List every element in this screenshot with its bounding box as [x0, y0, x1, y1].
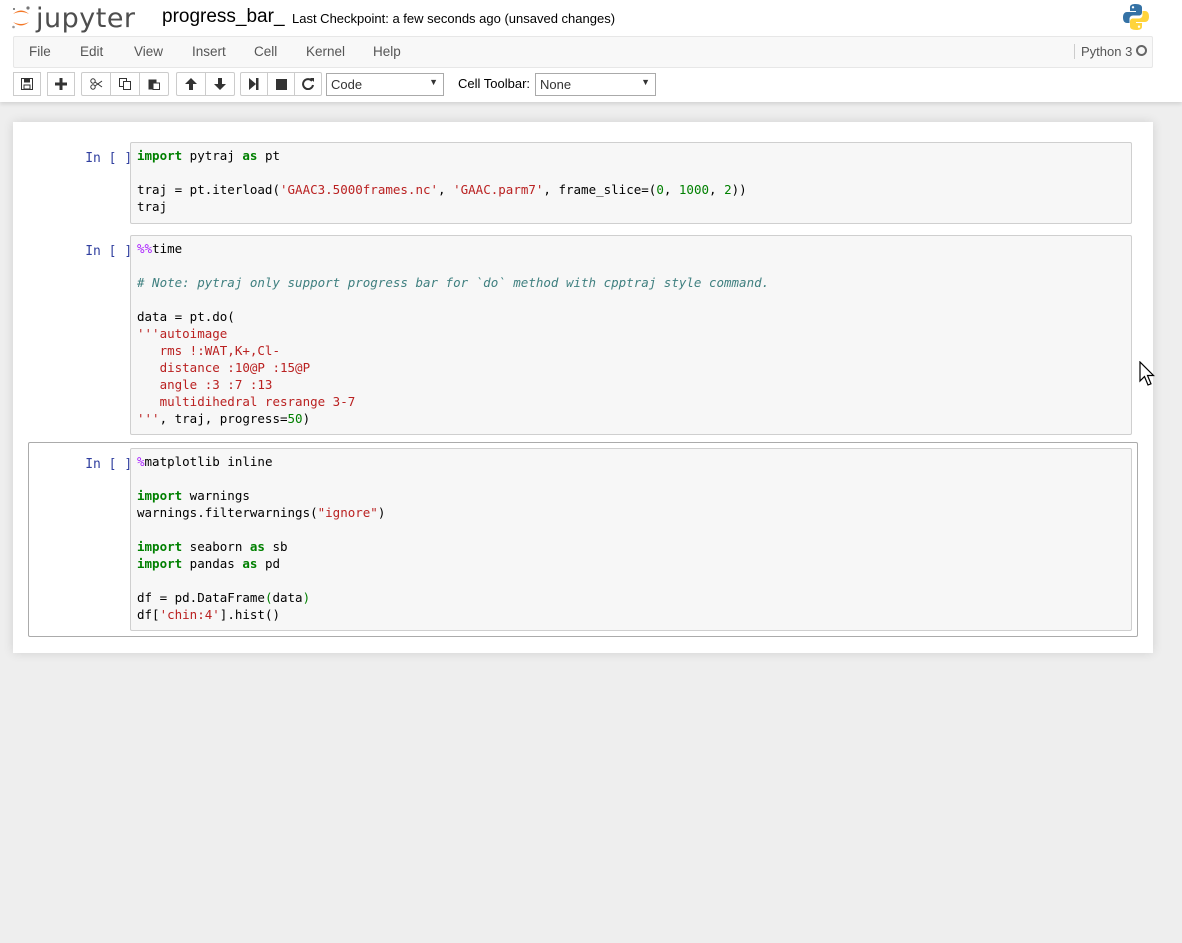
insert-cell-button[interactable]	[47, 72, 75, 96]
code-input[interactable]: %matplotlib inline import warnings warni…	[130, 448, 1132, 631]
jupyter-logo[interactable]: jupyter	[10, 2, 136, 34]
dropdown-arrow-icon: ▼	[429, 77, 438, 87]
code-text: %matplotlib inline import warnings warni…	[137, 454, 386, 622]
interrupt-button[interactable]	[267, 72, 295, 96]
restart-button[interactable]	[294, 72, 322, 96]
step-forward-icon	[249, 78, 259, 90]
dropdown-arrow-icon: ▼	[641, 77, 650, 87]
number: 0	[656, 182, 664, 197]
string: 'chin:4'	[159, 607, 220, 622]
menu-help[interactable]: Help	[373, 44, 401, 59]
code-text: import pytraj as pt traj = pt.iterload('…	[137, 148, 747, 214]
magic: %%	[137, 241, 153, 256]
menu-kernel[interactable]: Kernel	[306, 44, 345, 59]
input-prompt: In [ ]:	[85, 151, 140, 166]
string: "ignore"	[317, 505, 378, 520]
keyword: as	[242, 556, 258, 571]
paste-icon	[148, 79, 160, 90]
keyword: import	[137, 539, 183, 554]
menu-edit[interactable]: Edit	[80, 44, 103, 59]
title-row: jupyter progress_bar_ Last Checkpoint: a…	[0, 0, 1182, 36]
toolbar: Code ▼ Cell Toolbar: None ▼	[0, 72, 1182, 100]
code-input[interactable]: %%time # Note: pytraj only support progr…	[130, 235, 1132, 435]
jupyter-logo-text: jupyter	[36, 2, 136, 34]
stop-icon	[275, 78, 287, 90]
menu-insert[interactable]: Insert	[192, 44, 226, 59]
code-cell[interactable]: In [ ]: %%time # Note: pytraj only suppo…	[28, 235, 1138, 437]
arrow-up-icon	[185, 78, 197, 90]
keyword: import	[137, 488, 183, 503]
number: 50	[287, 411, 303, 426]
notebook-name[interactable]: progress_bar_	[162, 6, 285, 28]
keyword: as	[249, 539, 265, 554]
move-up-button[interactable]	[176, 72, 206, 96]
move-down-button[interactable]	[205, 72, 235, 96]
number: 1000	[678, 182, 710, 197]
string: 'GAAC3.5000frames.nc'	[280, 182, 439, 197]
run-button-group	[240, 72, 322, 96]
copy-button[interactable]	[110, 72, 140, 96]
magic: %	[137, 454, 145, 469]
kernel-status-icon	[1136, 45, 1147, 56]
cell-toolbar-value: None	[540, 77, 572, 92]
bracket: )	[302, 590, 311, 605]
bracket: (	[264, 590, 273, 605]
mouse-cursor-icon	[1139, 361, 1155, 386]
code-cell[interactable]: In [ ]: import pytraj as pt traj = pt.it…	[28, 142, 1138, 225]
scissors-icon	[89, 78, 102, 90]
save-button[interactable]	[13, 72, 41, 96]
input-prompt: In [ ]:	[85, 457, 140, 472]
input-prompt: In [ ]:	[85, 244, 140, 259]
cut-button[interactable]	[81, 72, 111, 96]
python-logo-icon	[1123, 4, 1149, 30]
checkpoint-status: Last Checkpoint: a few seconds ago (unsa…	[292, 11, 616, 26]
notebook-container: In [ ]: import pytraj as pt traj = pt.it…	[13, 122, 1153, 653]
code-text: %%time # Note: pytraj only support progr…	[137, 241, 770, 426]
paste-button[interactable]	[139, 72, 169, 96]
header: jupyter progress_bar_ Last Checkpoint: a…	[0, 0, 1182, 102]
cell-toolbar-label: Cell Toolbar:	[458, 76, 531, 91]
string: 'GAAC.parm7'	[453, 182, 544, 197]
number: 2	[724, 182, 732, 197]
kernel-name: Python 3	[1074, 44, 1132, 59]
cell-type-select[interactable]: Code ▼	[326, 73, 444, 96]
cell-toolbar-select[interactable]: None ▼	[535, 73, 656, 96]
code-cell-selected[interactable]: In [ ]: %matplotlib inline import warnin…	[28, 442, 1138, 637]
refresh-icon	[302, 78, 314, 90]
save-icon	[21, 78, 33, 90]
copy-icon	[119, 78, 131, 90]
keyword: import	[137, 556, 183, 571]
arrow-down-icon	[214, 78, 226, 90]
move-button-group	[176, 72, 235, 96]
code-input[interactable]: import pytraj as pt traj = pt.iterload('…	[130, 142, 1132, 224]
menubar: File Edit View Insert Cell Kernel Help P…	[13, 36, 1153, 68]
menu-view[interactable]: View	[134, 44, 163, 59]
comment: # Note: pytraj only support progress bar…	[137, 275, 770, 290]
plus-icon	[55, 78, 67, 90]
string: '''autoimage rms !:WAT,K+,Cl- distance :…	[137, 326, 356, 426]
jupyter-logo-icon	[12, 6, 30, 29]
run-cell-button[interactable]	[240, 72, 268, 96]
cell-type-value: Code	[331, 77, 363, 92]
menu-file[interactable]: File	[29, 44, 51, 59]
keyword: import	[137, 148, 183, 163]
edit-button-group	[81, 72, 169, 96]
menu-cell[interactable]: Cell	[254, 44, 277, 59]
keyword: as	[242, 148, 258, 163]
